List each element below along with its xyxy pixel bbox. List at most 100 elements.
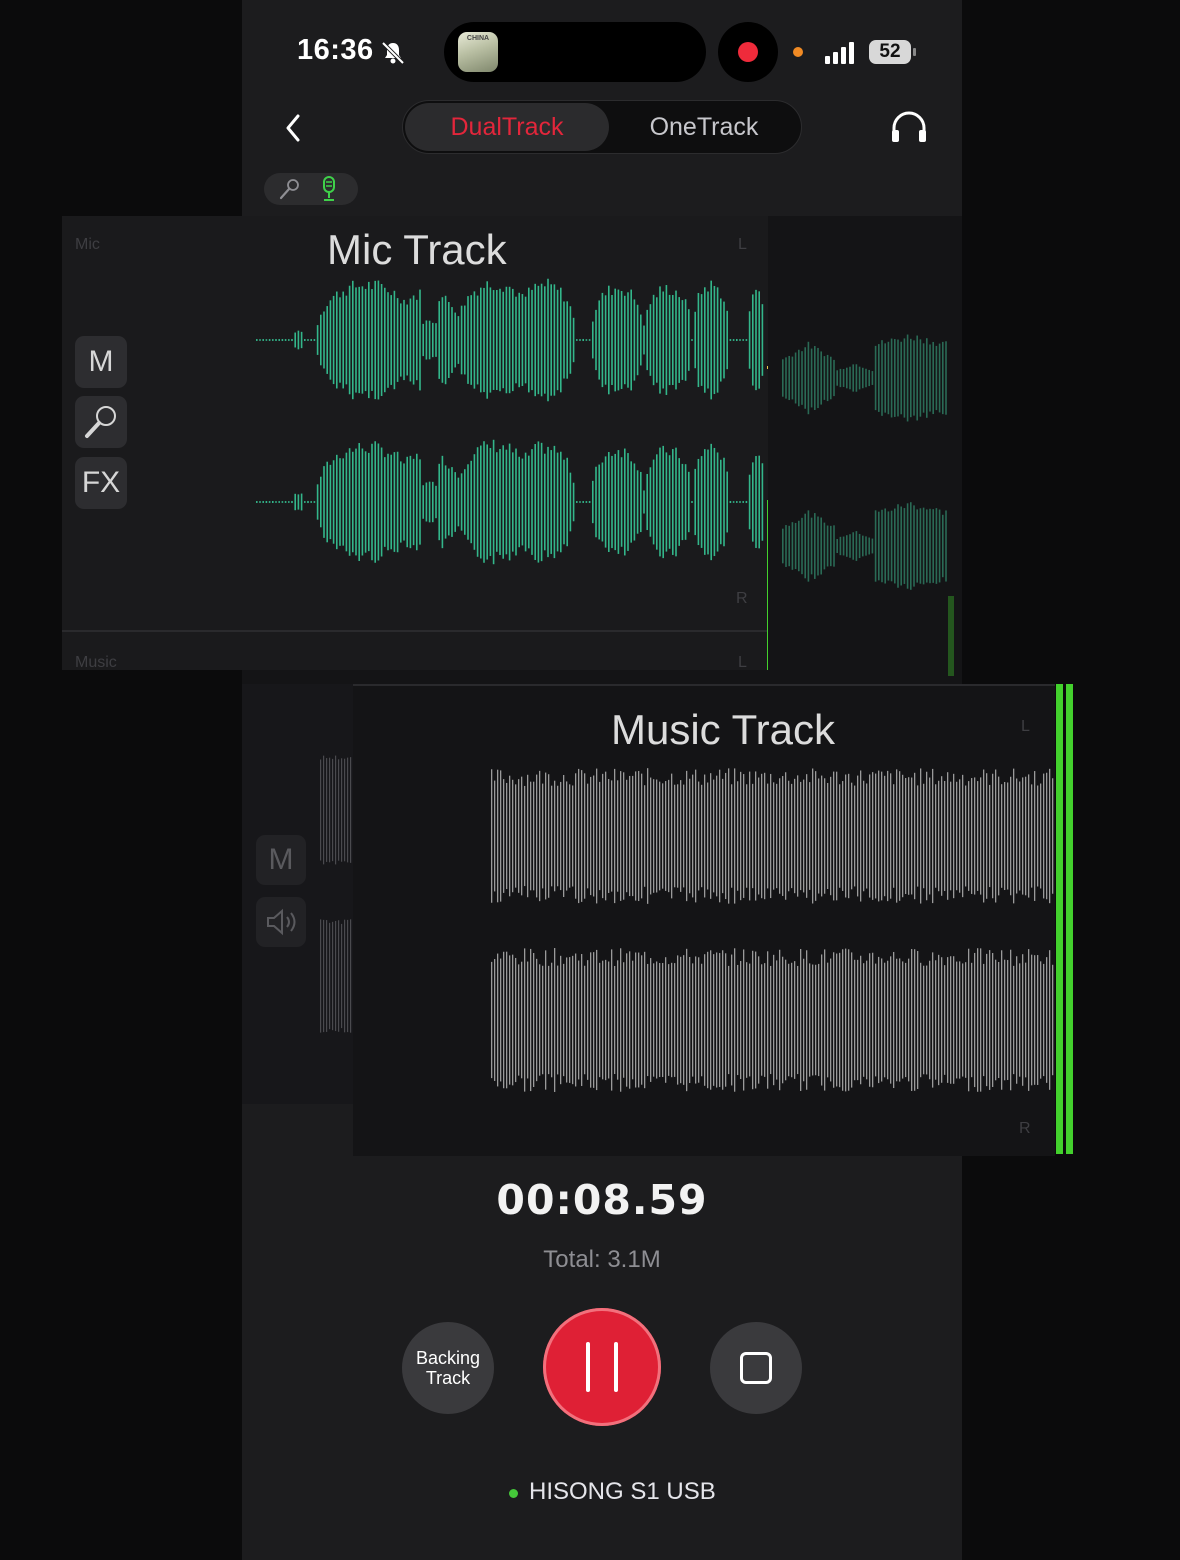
mic-wave-bar-right (649, 467, 652, 537)
music-wave-bar-right (491, 961, 493, 1079)
mic-wave-bar-right (704, 449, 706, 555)
mic-wave-bar-right (451, 467, 453, 537)
music-wave-bar-right (839, 952, 841, 1088)
music-track-card: Music Track L R (353, 684, 1055, 1156)
background-music-mute-button: M (256, 835, 306, 885)
music-wave-bar-left (1037, 785, 1039, 887)
music-wave-bar-left (620, 771, 622, 901)
music-wave-bar-left (899, 771, 901, 901)
tab-dualtrack[interactable]: DualTrack (405, 103, 609, 151)
mic-wave-bar-right (416, 453, 418, 551)
music-wave-bar-right (1052, 964, 1054, 1076)
background-wave-bar (804, 347, 806, 409)
background-wave-bar (785, 525, 787, 567)
music-wave-bar-left (962, 774, 964, 898)
music-wave-bar-left (1013, 768, 1015, 904)
background-wave-bar (807, 341, 810, 415)
music-wave-bar-left (998, 776, 1000, 896)
music-wave-bar-right (599, 962, 601, 1078)
music-wave-bar-left (743, 774, 745, 898)
music-wave-bar-left (815, 771, 817, 901)
music-wave-bar-left (761, 773, 763, 899)
music-wave-bar-right (608, 961, 610, 1079)
music-wave-bar-right (524, 948, 526, 1092)
mic-wave-bar-left (688, 309, 690, 371)
music-wave-bar-left (662, 783, 664, 889)
mic-wave-bar-right (275, 501, 277, 503)
music-section-label: Music (75, 654, 117, 670)
tab-onetrack[interactable]: OneTrack (609, 103, 799, 151)
mic-wave-bar-right (752, 462, 754, 542)
music-wave-bar-left (563, 775, 565, 897)
background-wave-bar (935, 345, 938, 411)
music-wave-bar-left (569, 784, 571, 888)
mic-wave-bar-left (419, 289, 421, 391)
music-wave-bar-left (491, 769, 493, 903)
music-wave-bar-right (917, 951, 919, 1089)
background-wave-bar (826, 525, 829, 567)
background-wave-bar (836, 370, 838, 386)
music-wave-bar-left (986, 773, 988, 899)
back-chevron-icon[interactable] (278, 108, 310, 148)
music-wave-bar-left (602, 773, 604, 899)
music-wave-bar-right (623, 962, 625, 1078)
music-wave-bar-left (893, 784, 895, 888)
mic-wave-bar-right (396, 451, 399, 553)
music-wave-bar-left (902, 774, 904, 898)
music-wave-bar-left (548, 774, 550, 898)
music-wave-bar-right (641, 955, 643, 1085)
mic-wave-bar-right (265, 500, 268, 504)
background-music-wave-bar (347, 919, 349, 1033)
music-wave-bar-right (701, 963, 703, 1077)
mic-wave-bar-right (364, 451, 367, 553)
dynamic-island: CHINA (444, 22, 706, 82)
background-wave-bar (852, 532, 854, 560)
music-wave-bar-right (593, 952, 595, 1088)
music-wave-bar-left (851, 782, 853, 890)
mic-wave-bar-right (640, 471, 642, 533)
background-music-wave-bar (350, 919, 352, 1033)
mic-wave-bar-left (409, 298, 412, 382)
background-music-wave-bar (320, 919, 322, 1033)
stop-button[interactable] (710, 1322, 802, 1414)
mic-wave-bar-left (678, 297, 680, 383)
music-wave-bar-right (644, 951, 646, 1089)
mic-wave-bar-left (694, 311, 696, 369)
music-wave-bar-left (494, 780, 496, 892)
mic-wave-bar-left (576, 339, 578, 341)
pause-button[interactable] (543, 1308, 661, 1426)
mic-wave-bar-right (572, 482, 575, 522)
music-wave-bar-right (854, 959, 856, 1081)
music-wave-bar-left (668, 779, 670, 893)
headphones-icon[interactable] (890, 110, 928, 144)
music-wave-bar-right (977, 948, 979, 1092)
input-source-chip[interactable] (264, 173, 358, 205)
music-wave-bar-right (980, 948, 982, 1092)
music-wave-bar-right (848, 949, 850, 1091)
background-wave-bar (903, 508, 906, 584)
music-wave-bar-right (617, 960, 619, 1080)
mic-wave-bar-right (368, 452, 370, 552)
mic-waveform (256, 278, 764, 565)
background-wave-bar (878, 344, 880, 412)
music-wave-bar-right (704, 954, 706, 1086)
mic-wave-bar-right (457, 477, 460, 527)
music-wave-bar-right (695, 956, 697, 1084)
music-wave-bar-left (605, 771, 607, 901)
music-wave-bar-right (1013, 965, 1015, 1075)
music-wave-bar-right (1025, 962, 1027, 1078)
recording-indicator (718, 22, 778, 82)
mic-wave-bar-right (345, 452, 348, 552)
music-wave-bar-right (569, 957, 571, 1083)
music-wave-bar-left (497, 769, 499, 903)
mic-wave-bar-left (483, 287, 485, 393)
music-wave-bar-right (947, 957, 949, 1083)
music-wave-bar-left (995, 769, 997, 903)
background-wave-bar (884, 343, 886, 413)
mic-wave-bar-right (496, 452, 498, 552)
music-wave-bar-right (584, 965, 586, 1075)
device-name: HISONG S1 USB (529, 1478, 716, 1505)
music-wave-bar-right (668, 964, 670, 1076)
backing-track-button[interactable]: Backing Track (402, 1322, 494, 1414)
mic-wave-bar-left (758, 291, 760, 389)
